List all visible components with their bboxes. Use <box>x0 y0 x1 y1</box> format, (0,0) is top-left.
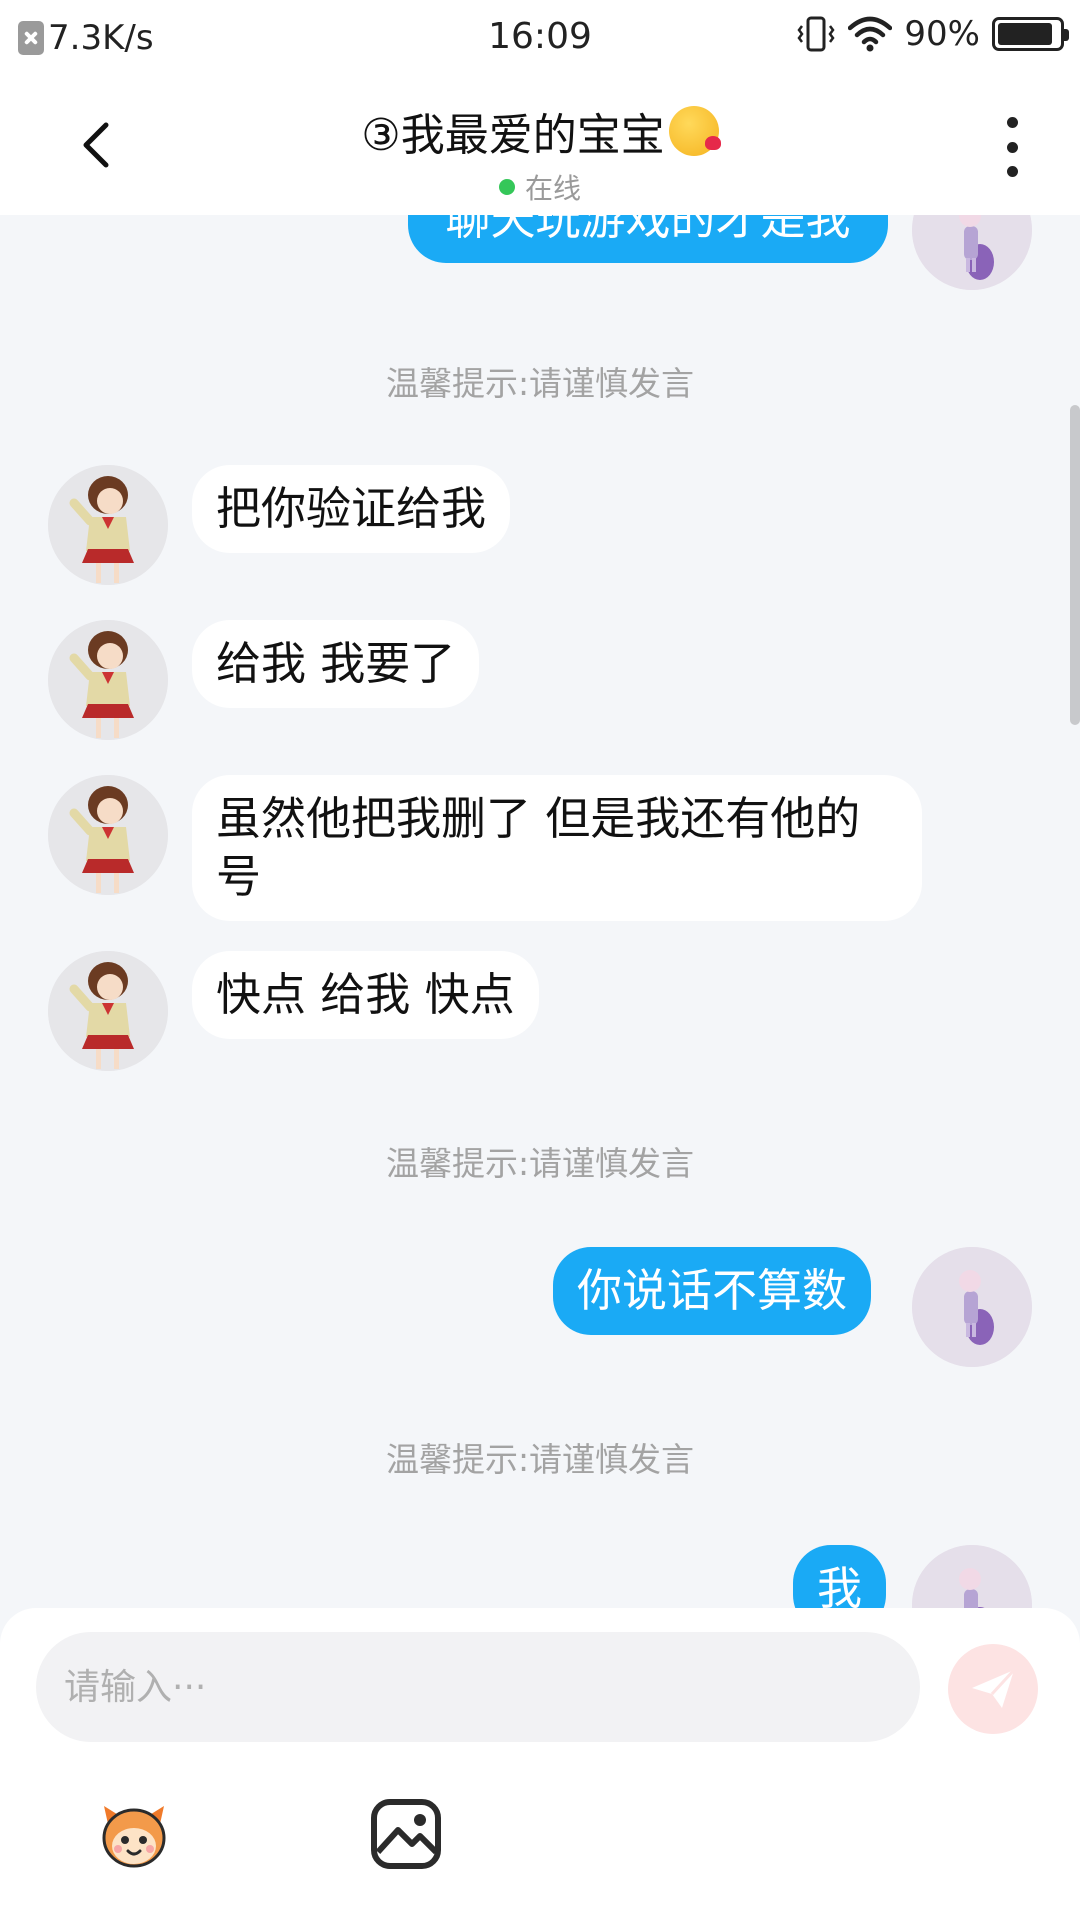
wifi-icon <box>848 16 893 52</box>
girl-schoolgirl-avatar-icon <box>48 775 168 895</box>
safety-tip: 温馨提示:请谨慎发言 <box>385 1144 695 1183</box>
my-avatar[interactable] <box>912 1545 1032 1608</box>
my-avatar[interactable] <box>912 215 1032 290</box>
scrollbar[interactable] <box>1070 405 1080 725</box>
contact-avatar[interactable] <box>48 951 168 1071</box>
send-button[interactable] <box>948 1644 1038 1734</box>
vibrate-icon <box>797 16 835 52</box>
battery-percent: 90% <box>904 14 980 54</box>
safety-tip: 温馨提示:请谨慎发言 <box>385 364 695 403</box>
girl-schoolgirl-avatar-icon <box>48 620 168 740</box>
online-dot-icon <box>498 179 515 195</box>
image-icon[interactable] <box>366 1794 446 1874</box>
battery-fill <box>998 23 1052 45</box>
contact-avatar[interactable] <box>48 620 168 740</box>
status-icons: 90% <box>796 14 1069 54</box>
emoji-sticker-icon[interactable] <box>94 1794 174 1874</box>
girl-purple-avatar-icon <box>912 1247 1032 1367</box>
girl-purple-avatar-icon <box>912 1545 1032 1608</box>
message-bubble-outgoing[interactable]: 我 <box>793 1545 887 1608</box>
message-bubble-outgoing[interactable]: 聊天玩游戏的才是我 <box>408 215 888 263</box>
message-list[interactable]: 聊天玩游戏的才是我 温馨提示:请谨慎发言 把你验证给我 给我 我要了 虽然他把我… <box>0 215 1080 1608</box>
composer <box>0 1608 1080 1920</box>
paper-plane-icon <box>972 1668 1016 1708</box>
girl-schoolgirl-avatar-icon <box>48 951 168 1071</box>
kissing-face-emoji-icon <box>668 106 721 156</box>
online-status: 在线 <box>0 167 1080 207</box>
contact-avatar[interactable] <box>48 465 168 585</box>
message-bubble-incoming[interactable]: 快点 给我 快点 <box>192 951 539 1039</box>
more-options-icon[interactable] <box>1002 117 1022 177</box>
safety-tip: 温馨提示:请谨慎发言 <box>385 1440 695 1479</box>
message-input[interactable] <box>36 1632 920 1742</box>
battery-icon <box>992 17 1069 51</box>
chat-title: ③我最爱的宝宝 <box>361 99 721 163</box>
online-status-text: 在线 <box>524 172 581 205</box>
message-bubble-outgoing[interactable]: 你说话不算数 <box>553 1247 872 1335</box>
my-avatar[interactable] <box>912 1247 1032 1367</box>
message-bubble-incoming[interactable]: 虽然他把我删了 但是我还有他的号 <box>192 775 922 921</box>
title-block: ③我最爱的宝宝 在线 <box>0 99 1080 207</box>
contact-avatar[interactable] <box>48 775 168 895</box>
chat-header: ③我最爱的宝宝 在线 <box>0 75 1080 215</box>
girl-purple-avatar-icon <box>912 215 1032 290</box>
message-bubble-incoming[interactable]: 把你验证给我 <box>192 465 511 553</box>
message-bubble-incoming[interactable]: 给我 我要了 <box>192 620 480 708</box>
contact-name: ③我最爱的宝宝 <box>361 110 665 161</box>
status-bar: 7.3K/s 16:09 90% <box>0 0 1080 75</box>
girl-schoolgirl-avatar-icon <box>48 465 168 585</box>
